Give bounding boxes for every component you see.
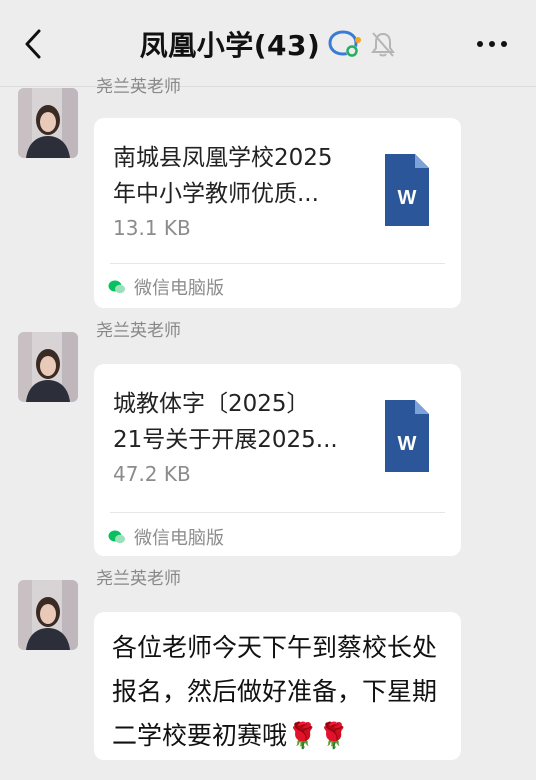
file-size: 13.1 KB	[113, 216, 191, 240]
bubble-divider	[110, 512, 445, 513]
avatar[interactable]	[18, 580, 78, 650]
file-name: 南城县凤凰学校2025 年中小学教师优质...	[113, 145, 333, 207]
sender-name: 尧兰英老师	[96, 569, 181, 589]
file-name: 城教体字〔2025〕 21号关于开展2025...	[113, 391, 338, 453]
wechat-icon	[108, 530, 125, 544]
source-label: 微信电脑版	[134, 278, 224, 299]
file-message-bubble[interactable]: 城教体字〔2025〕 21号关于开展2025... 47.2 KB W 微信电脑…	[94, 364, 461, 556]
svg-text:W: W	[398, 433, 417, 455]
group-chat-icon	[328, 30, 362, 57]
chevron-left-icon	[25, 29, 41, 59]
avatar[interactable]	[18, 88, 78, 158]
back-button[interactable]	[18, 28, 48, 60]
message-source: 微信电脑版	[108, 524, 224, 550]
sender-name: 尧兰英老师	[96, 321, 181, 341]
source-label: 微信电脑版	[134, 528, 224, 549]
title-area[interactable]: 凤凰小学(43)	[140, 24, 397, 64]
word-document-icon: W	[385, 400, 429, 472]
more-button[interactable]	[474, 30, 510, 58]
wechat-icon	[108, 280, 125, 294]
word-document-icon: W	[385, 154, 429, 226]
header-divider	[0, 86, 536, 87]
sender-name: 尧兰英老师	[96, 77, 181, 97]
bubble-divider	[110, 263, 445, 264]
chat-title: 凤凰小学(43)	[139, 29, 321, 62]
bell-muted-icon	[371, 32, 396, 57]
avatar[interactable]	[18, 332, 78, 402]
svg-text:W: W	[398, 187, 417, 209]
message-text: 各位老师今天下午到蔡校长处报名，然后做好准备，下星期二学校要初赛哦🌹🌹	[112, 633, 438, 750]
text-message-bubble[interactable]: 各位老师今天下午到蔡校长处报名，然后做好准备，下星期二学校要初赛哦🌹🌹	[94, 612, 461, 760]
more-horizontal-icon	[477, 41, 507, 47]
file-size: 47.2 KB	[113, 462, 191, 486]
chat-header: 凤凰小学(43)	[0, 0, 536, 86]
file-message-bubble[interactable]: 南城县凤凰学校2025 年中小学教师优质... 13.1 KB W 微信电脑版	[94, 118, 461, 308]
message-source: 微信电脑版	[108, 274, 224, 300]
